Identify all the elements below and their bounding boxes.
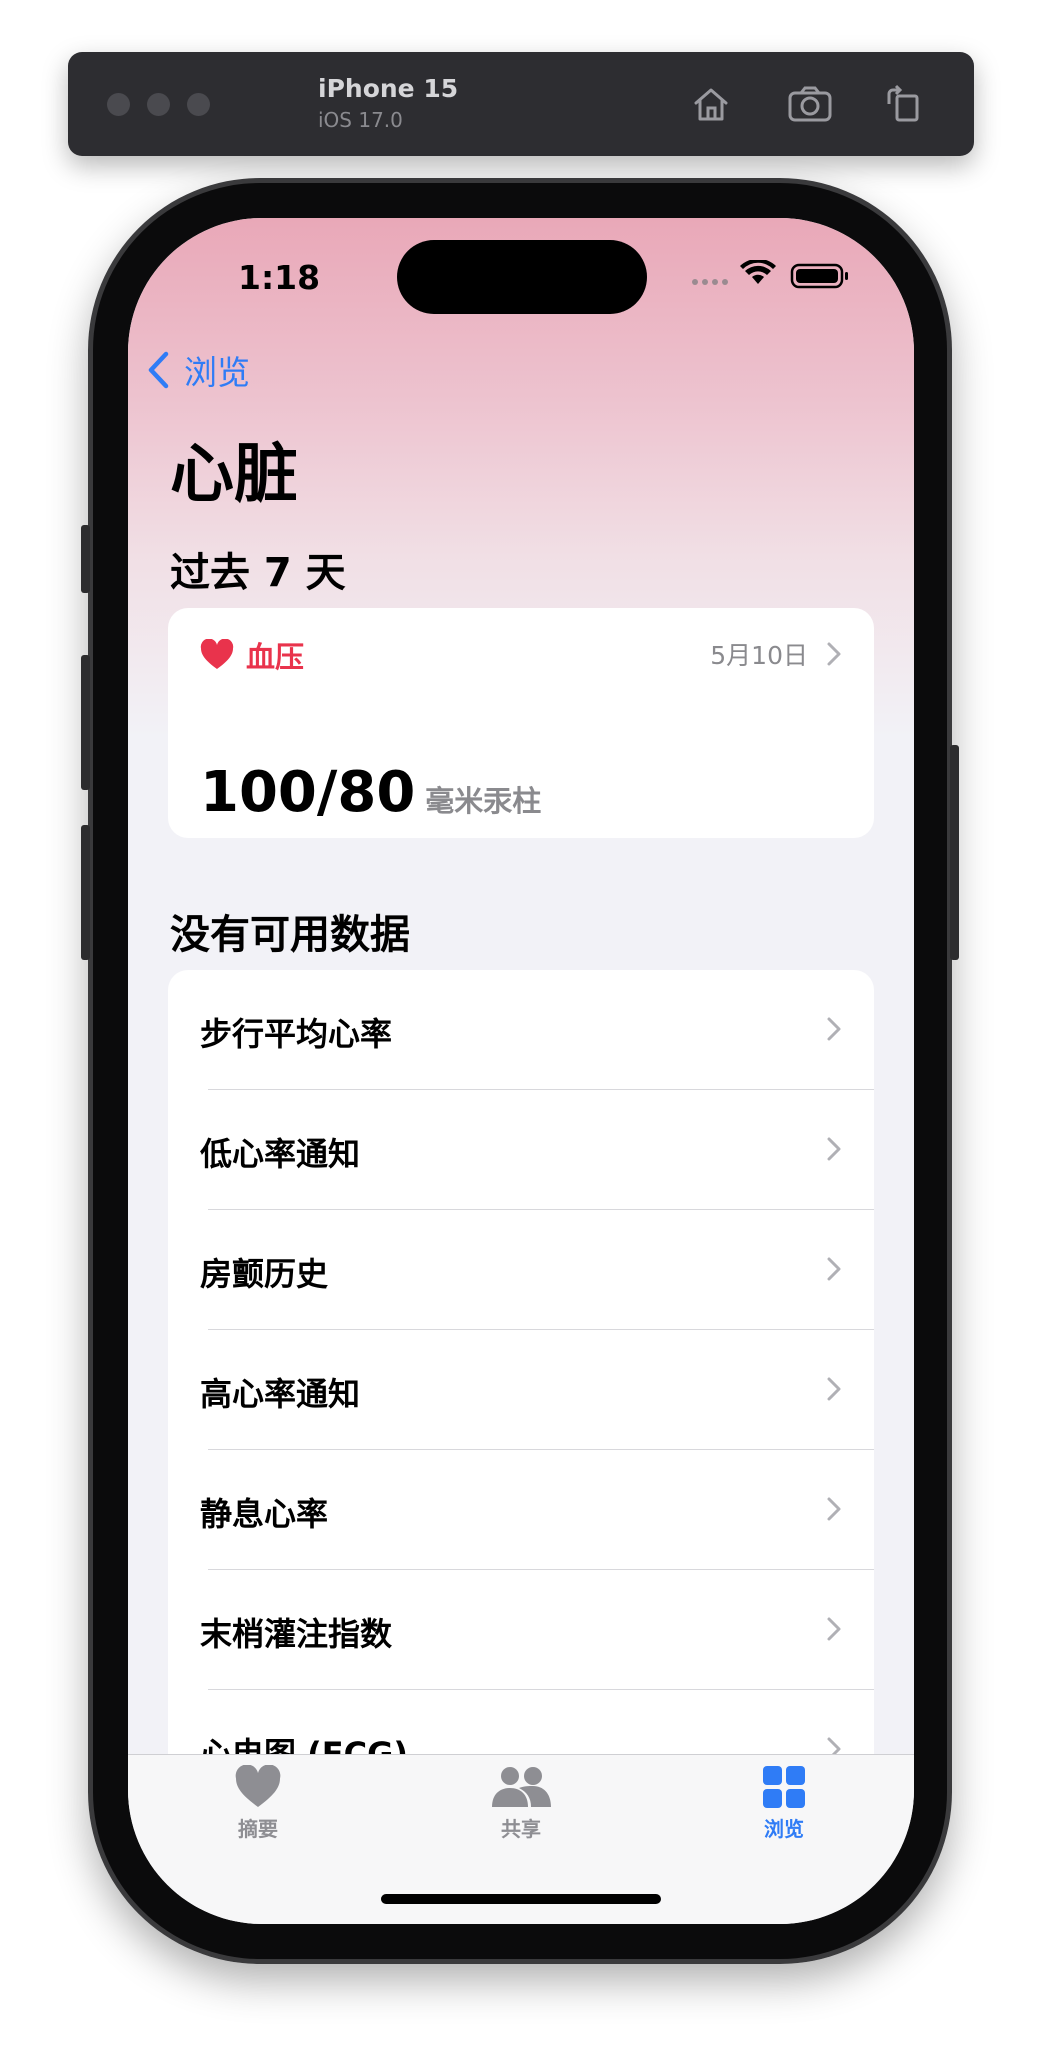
list-item-label: 房颤历史 [200, 1255, 329, 1293]
status-time: 1:18 [238, 258, 321, 297]
chevron-right-icon [827, 1017, 841, 1041]
chevron-left-icon [148, 351, 169, 389]
section-header-past-7-days: 过去 7 天 [170, 550, 346, 596]
people-icon [492, 1767, 551, 1807]
list-item-label: 低心率通知 [200, 1135, 361, 1173]
grid-icon [763, 1766, 805, 1808]
page-title: 心脏 [170, 438, 298, 512]
dynamic-island [397, 240, 647, 314]
volume-up-button[interactable] [81, 655, 90, 790]
heart-icon [235, 1765, 281, 1807]
chevron-right-icon [827, 1137, 841, 1161]
metric-unit: 毫米汞柱 [425, 784, 542, 818]
back-button[interactable]: 浏览 [146, 346, 250, 394]
list-item[interactable]: 静息心率 [168, 1450, 874, 1570]
list-item-label: 高心率通知 [200, 1375, 361, 1413]
metric-value: 100/80 [200, 760, 416, 825]
list-item-label: 末梢灌注指数 [200, 1615, 393, 1653]
rotate-icon[interactable] [881, 82, 925, 126]
heart-icon [200, 639, 234, 669]
phone-screen: 1:18 浏览 心脏 过去 7 天 血压 5月10日 100/80 毫米汞柱 没… [128, 218, 914, 1924]
metric-date: 5月10日 [710, 641, 808, 670]
volume-down-button[interactable] [81, 825, 90, 960]
action-button[interactable] [81, 525, 90, 593]
power-button[interactable] [950, 745, 959, 960]
close-window-button[interactable] [107, 93, 130, 116]
list-item[interactable]: 末梢灌注指数 [168, 1570, 874, 1690]
battery-icon [790, 263, 848, 289]
tab-summary[interactable]: 摘要 [178, 1765, 338, 1842]
list-item[interactable]: 步行平均心率 [168, 970, 874, 1090]
minimize-window-button[interactable] [147, 93, 170, 116]
list-item-label: 步行平均心率 [200, 1015, 393, 1053]
device-name: iPhone 15 [318, 74, 459, 103]
zoom-window-button[interactable] [187, 93, 210, 116]
tab-sharing[interactable]: 共享 [441, 1765, 601, 1842]
tab-label: 浏览 [764, 1817, 804, 1841]
os-version: iOS 17.0 [318, 108, 403, 132]
metric-name: 血压 [246, 640, 305, 674]
chevron-right-icon [827, 1497, 841, 1521]
blood-pressure-card[interactable]: 血压 5月10日 100/80 毫米汞柱 [168, 608, 874, 838]
tab-label: 共享 [501, 1817, 541, 1841]
status-icons [690, 258, 860, 290]
back-label: 浏览 [184, 353, 250, 392]
chevron-right-icon [827, 642, 841, 666]
screenshot-icon[interactable] [786, 82, 832, 126]
home-indicator[interactable] [381, 1894, 661, 1904]
list-item-label: 静息心率 [200, 1495, 329, 1533]
home-icon[interactable] [689, 82, 733, 126]
list-item[interactable]: 低心率通知 [168, 1090, 874, 1210]
list-item[interactable]: 房颤历史 [168, 1210, 874, 1330]
chevron-right-icon [827, 1257, 841, 1281]
wifi-icon [740, 258, 776, 284]
tab-label: 摘要 [238, 1817, 278, 1841]
simulator-toolbar: iPhone 15 iOS 17.0 [68, 52, 974, 156]
section-header-no-data: 没有可用数据 [170, 912, 410, 958]
chevron-right-icon [827, 1617, 841, 1641]
tab-browse[interactable]: 浏览 [704, 1765, 864, 1842]
no-data-list: 步行平均心率 低心率通知 房颤历史 高心率通知 静息心率 末梢灌注指数 [168, 970, 874, 1810]
chevron-right-icon [827, 1377, 841, 1401]
list-item[interactable]: 高心率通知 [168, 1330, 874, 1450]
cellular-signal-icon [692, 279, 728, 285]
